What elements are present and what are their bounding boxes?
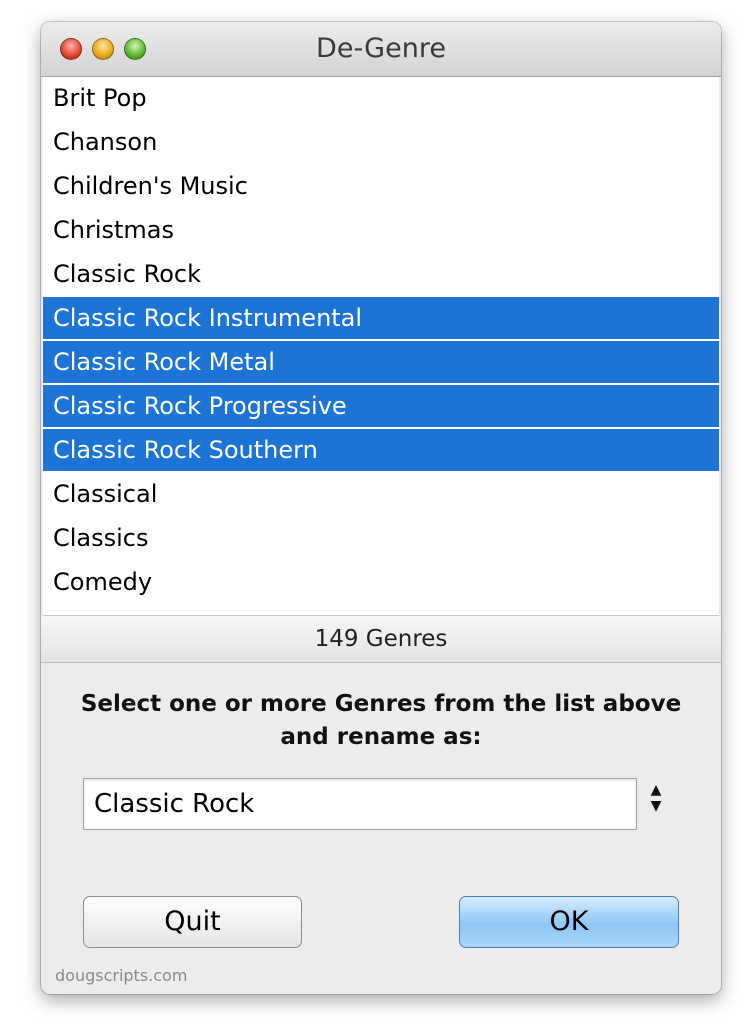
genre-list-item[interactable]: Chanson [43,121,719,163]
genre-list-item[interactable]: Children's Music [43,165,719,207]
stepper-down-icon[interactable]: ▼ [645,798,667,814]
quit-button[interactable]: Quit [83,896,302,948]
ok-button[interactable]: OK [459,896,679,948]
genre-list-item[interactable]: Classical [43,473,719,515]
rename-genre-input[interactable]: Classic Rock [83,778,637,830]
title-bar[interactable]: De-Genre [41,22,721,77]
genre-list-item[interactable]: Classic Rock Instrumental [43,297,719,339]
genre-list-item[interactable]: Classic Rock Southern [43,429,719,471]
genre-list-item[interactable]: Comedy [43,561,719,603]
genre-count-label: 149 Genres [41,616,721,663]
genre-list-item[interactable]: Classic Rock Metal [43,341,719,383]
de-genre-window: De-Genre Brit Pop Chanson Children's Mus… [41,22,721,994]
genre-list[interactable]: Brit Pop Chanson Children's Music Christ… [43,77,719,616]
genre-combo-stepper[interactable]: ▲ ▼ [645,782,667,826]
genre-list-item[interactable]: Classics [43,517,719,559]
rename-prompt: Select one or more Genres from the list … [80,691,682,750]
credit-text: dougscripts.com [55,966,188,985]
genre-list-item[interactable]: Classic Rock Progressive [43,385,719,427]
genre-list-item[interactable]: Classic Rock [43,253,719,295]
window-title: De-Genre [316,33,446,64]
genre-list-item[interactable]: Brit Pop [43,77,719,119]
stepper-up-icon[interactable]: ▲ [645,782,667,798]
genre-list-item[interactable]: Christmas [43,209,719,251]
